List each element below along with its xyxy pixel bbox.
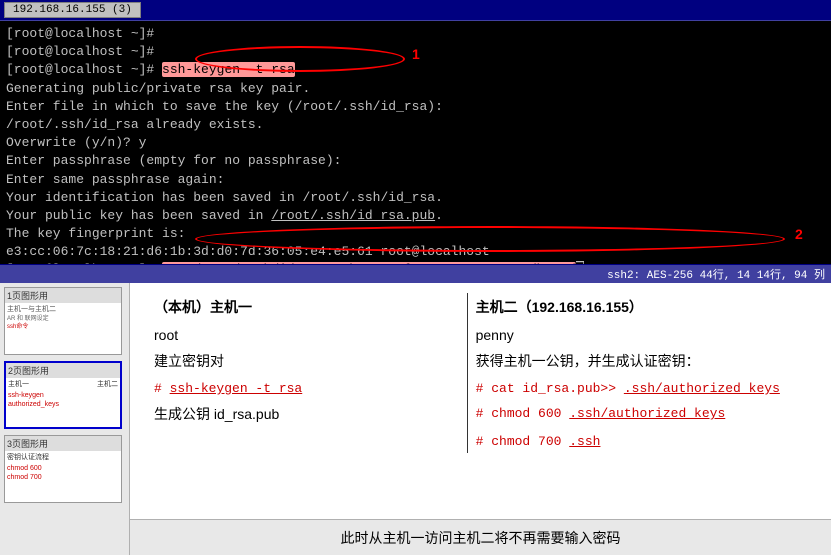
- thumb-content-2: 主机一主机二 ssh-keygen authorized_keys: [6, 378, 120, 411]
- terminal-line: Generating public/private rsa key pair.: [6, 80, 825, 98]
- slide-sidebar[interactable]: 1页图形用 主机一与主机二 AR 和 联网设定 ssh命令 2页图形用 主机一主…: [0, 283, 130, 555]
- thumb-label-1: 1页图形用: [5, 288, 121, 303]
- terminal-window: 192.168.16.155 (3) [root@localhost ~]# […: [0, 0, 831, 265]
- thumb-content-1: 主机一与主机二 AR 和 联网设定 ssh命令: [5, 303, 121, 334]
- col1-gen-pubkey: 生成公钥 id_rsa.pub: [146, 400, 467, 428]
- table-row-1: root penny: [146, 323, 815, 347]
- chmod700-command: # chmod 700 .ssh: [476, 434, 601, 449]
- table-row-3: # ssh-keygen -t rsa # cat id_rsa.pub>> .…: [146, 375, 815, 400]
- terminal-line: The key fingerprint is:: [6, 225, 825, 243]
- slide-thumbnail-3[interactable]: 3页图形用 密钥认证流程 chmod 600 chmod 700: [4, 435, 122, 503]
- table-row-5: # chmod 700 .ssh: [146, 428, 815, 453]
- cat-authorized-command: # cat id_rsa.pub>> .ssh/authorized_keys: [476, 381, 780, 396]
- terminal-title-bar: 192.168.16.155 (3): [0, 0, 831, 21]
- terminal-line: /root/.ssh/id_rsa already exists.: [6, 116, 825, 134]
- terminal-line: Enter passphrase (empty for no passphras…: [6, 152, 825, 170]
- annotation-number-2: 2: [795, 226, 803, 242]
- thumb-label-3: 3页图形用: [5, 436, 121, 451]
- slide-area: 1页图形用 主机一与主机二 AR 和 联网设定 ssh命令 2页图形用 主机一主…: [0, 283, 831, 555]
- slide-content-area: （本机）主机一 主机二（192.168.16.155） root penny 建…: [130, 283, 831, 519]
- slide-footer: 此时从主机一访问主机二将不再需要输入密码: [130, 519, 831, 555]
- annotation-number-1: 1: [412, 46, 420, 62]
- terminal-line: Enter file in which to save the key (/ro…: [6, 98, 825, 116]
- terminal-line: Enter same passphrase again:: [6, 171, 825, 189]
- terminal-line: Your public key has been saved in /root/…: [6, 207, 825, 225]
- table-header-row: （本机）主机一 主机二（192.168.16.155）: [146, 293, 815, 323]
- footer-text: 此时从主机一访问主机二将不再需要输入密码: [341, 528, 621, 548]
- col2-get-key: 获得主机一公钥，并生成认证密钥：: [467, 347, 815, 375]
- slide-table: （本机）主机一 主机二（192.168.16.155） root penny 建…: [146, 293, 815, 453]
- terminal-line: Your identification has been saved in /r…: [6, 189, 825, 207]
- terminal-line: Overwrite (y/n)? y: [6, 134, 825, 152]
- slide-thumbnail-1[interactable]: 1页图形用 主机一与主机二 AR 和 联网设定 ssh命令: [4, 287, 122, 355]
- terminal-line: e3:cc:06:7c:18:21:d6:1b:3d:d0:7d:36:05:e…: [6, 243, 825, 261]
- col1-build-key: 建立密钥对: [146, 347, 467, 375]
- terminal-status-bar: ssh2: AES-256 44行, 14 14行, 94 列: [0, 265, 831, 283]
- terminal-line: [root@localhost ~]#: [6, 25, 825, 43]
- slide-thumbnail-2[interactable]: 2页图形用 主机一主机二 ssh-keygen authorized_keys: [4, 361, 122, 429]
- thumb-content-3: 密钥认证流程 chmod 600 chmod 700: [5, 451, 121, 484]
- table-row-4: 生成公钥 id_rsa.pub # chmod 600 .ssh/authori…: [146, 400, 815, 428]
- ssh-keygen-command: # ssh-keygen -t rsa: [154, 381, 302, 396]
- col2-penny: penny: [467, 323, 815, 347]
- terminal-title-tab[interactable]: 192.168.16.155 (3): [4, 2, 141, 18]
- thumb-label-2: 2页图形用: [6, 363, 120, 378]
- chmod600-command: # chmod 600 .ssh/authorized_keys: [476, 406, 726, 421]
- status-text: ssh2: AES-256 44行, 14 14行, 94 列: [607, 266, 825, 282]
- col2-header: 主机二（192.168.16.155）: [467, 293, 815, 323]
- col2-cat-cmd: # cat id_rsa.pub>> .ssh/authorized_keys: [467, 375, 815, 400]
- col2-chmod600: # chmod 600 .ssh/authorized_keys: [467, 400, 815, 428]
- col1-empty: [146, 428, 467, 453]
- terminal-line: [root@localhost ~]# ssh-keygen -t rsa: [6, 61, 825, 79]
- table-row-2: 建立密钥对 获得主机一公钥，并生成认证密钥：: [146, 347, 815, 375]
- col1-ssh-keygen-cmd: # ssh-keygen -t rsa: [146, 375, 467, 400]
- col1-root: root: [146, 323, 467, 347]
- col2-chmod700: # chmod 700 .ssh: [467, 428, 815, 453]
- col1-header: （本机）主机一: [146, 293, 467, 323]
- slide-main: （本机）主机一 主机二（192.168.16.155） root penny 建…: [130, 283, 831, 555]
- terminal-line: [root@localhost ~]# scp /root/.ssh/id_rs…: [6, 261, 825, 264]
